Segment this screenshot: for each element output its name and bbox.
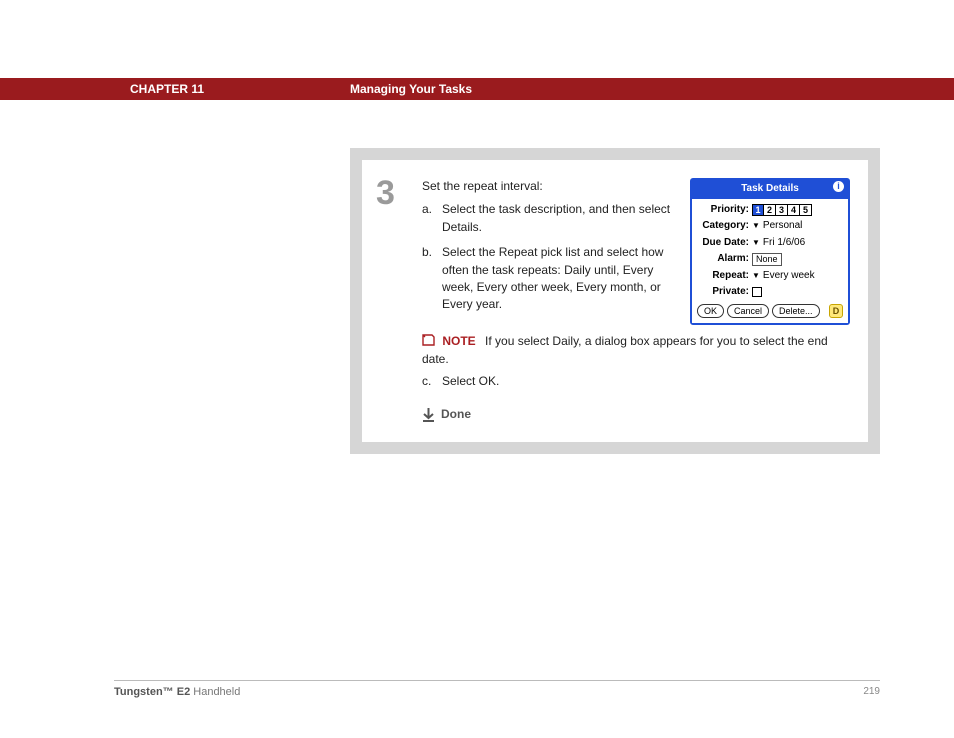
category-row: Category: ▼ Personal	[697, 219, 843, 234]
chapter-header: CHAPTER 11 Managing Your Tasks	[0, 78, 954, 100]
done-label: Done	[441, 406, 471, 423]
step-item-c: c. Select OK.	[422, 373, 850, 390]
priority-1[interactable]: 1	[752, 204, 764, 216]
private-checkbox[interactable]	[752, 287, 762, 297]
due-date-row: Due Date: ▼ Fri 1/6/06	[697, 236, 843, 251]
dropdown-icon[interactable]: ▼	[752, 220, 760, 232]
step-list: a. Select the task description, and then…	[422, 201, 676, 313]
priority-2[interactable]: 2	[764, 204, 776, 216]
task-buttons-row: OK Cancel Delete... D	[697, 304, 843, 318]
step-letter: a.	[422, 201, 436, 236]
step-inner: 3 Set the repeat interval: a. Select the…	[362, 160, 868, 442]
step-item-b: b. Select the Repeat pick list and selec…	[422, 244, 676, 314]
step-text-a: Select the task description, and then se…	[442, 201, 676, 236]
step-letter: c.	[422, 373, 436, 390]
priority-group: 1 2 3 4 5	[752, 204, 812, 216]
repeat-label: Repeat:	[697, 269, 749, 284]
note-text: If you select Daily, a dialog box appear…	[422, 334, 828, 366]
step-text-c: Select OK.	[442, 373, 499, 390]
dropdown-icon[interactable]: ▼	[752, 270, 760, 282]
step-number: 3	[362, 160, 422, 442]
category-value[interactable]: Personal	[763, 219, 802, 234]
done-icon	[422, 408, 435, 422]
alarm-label: Alarm:	[697, 252, 749, 267]
task-details-title-bar: Task Details i	[692, 180, 848, 199]
footer-page-number: 219	[863, 686, 880, 697]
alarm-row: Alarm: None	[697, 252, 843, 267]
private-label: Private:	[697, 285, 749, 300]
priority-3[interactable]: 3	[776, 204, 788, 216]
note-icon	[422, 333, 435, 352]
step-container: 3 Set the repeat interval: a. Select the…	[350, 148, 880, 454]
chapter-title: Managing Your Tasks	[350, 78, 472, 100]
done-line: Done	[422, 406, 850, 423]
priority-label: Priority:	[697, 203, 749, 218]
chapter-number: CHAPTER 11	[130, 78, 204, 100]
task-details-title: Task Details	[741, 183, 799, 194]
alarm-value[interactable]: None	[752, 253, 782, 266]
cancel-button[interactable]: Cancel	[727, 304, 769, 318]
category-label: Category:	[697, 219, 749, 234]
priority-4[interactable]: 4	[788, 204, 800, 216]
step-item-a: a. Select the task description, and then…	[422, 201, 676, 236]
footer-product-name: Tungsten™ E2	[114, 686, 190, 698]
step-text-b: Select the Repeat pick list and select h…	[442, 244, 676, 314]
footer-rule	[114, 680, 880, 681]
repeat-row: Repeat: ▼ Every week	[697, 269, 843, 284]
tip-button[interactable]: D	[829, 304, 843, 318]
note-label: NOTE	[442, 334, 475, 348]
note-line: NOTE If you select Daily, a dialog box a…	[422, 333, 850, 369]
step-intro: Set the repeat interval:	[422, 178, 676, 195]
step-text-column: Set the repeat interval: a. Select the t…	[422, 178, 676, 322]
due-date-label: Due Date:	[697, 236, 749, 251]
dropdown-icon[interactable]: ▼	[752, 237, 760, 249]
info-icon[interactable]: i	[833, 181, 844, 192]
step-list-continued: c. Select OK.	[422, 373, 850, 390]
step-letter: b.	[422, 244, 436, 314]
task-details-panel: Task Details i Priority: 1 2 3 4 5	[690, 178, 850, 325]
footer-product-suffix: Handheld	[190, 686, 240, 698]
due-date-value[interactable]: Fri 1/6/06	[763, 236, 805, 251]
priority-5[interactable]: 5	[800, 204, 812, 216]
step-content: Set the repeat interval: a. Select the t…	[422, 160, 868, 442]
delete-button[interactable]: Delete...	[772, 304, 820, 318]
task-details-body: Priority: 1 2 3 4 5 Category: ▼	[692, 199, 848, 323]
priority-row: Priority: 1 2 3 4 5	[697, 203, 843, 218]
footer-product: Tungsten™ E2 Handheld	[114, 686, 240, 698]
private-row: Private:	[697, 285, 843, 300]
ok-button[interactable]: OK	[697, 304, 724, 318]
repeat-value[interactable]: Every week	[763, 269, 815, 284]
